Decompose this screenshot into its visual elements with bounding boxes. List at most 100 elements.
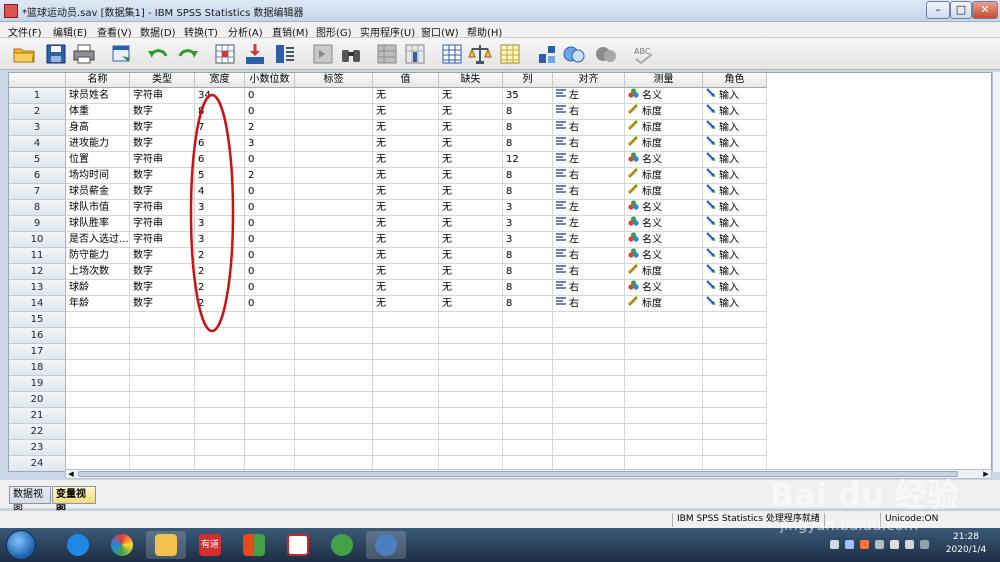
table-cell-columns[interactable]: 12 [503, 152, 553, 168]
table-cell-columns[interactable] [503, 440, 553, 456]
row-header[interactable]: 22 [9, 424, 66, 440]
table-cell-type[interactable]: 字符串 [130, 88, 195, 104]
row-header[interactable]: 2 [9, 104, 66, 120]
row-header[interactable]: 13 [9, 280, 66, 296]
table-cell-width[interactable]: 3 [195, 216, 245, 232]
table-cell-columns[interactable]: 3 [503, 200, 553, 216]
table-cell-label[interactable] [295, 216, 373, 232]
table-cell-role[interactable]: 输入 [703, 264, 767, 280]
table-cell-decimals[interactable]: 0 [245, 88, 295, 104]
vertical-scrollbar[interactable] [992, 72, 1000, 472]
row-header[interactable]: 24 [9, 456, 66, 471]
row-header[interactable]: 18 [9, 360, 66, 376]
table-cell-width[interactable]: 34 [195, 88, 245, 104]
table-cell-measure[interactable] [625, 344, 703, 360]
table-cell-width[interactable]: 8 [195, 104, 245, 120]
table-cell-width[interactable]: 5 [195, 168, 245, 184]
insert-cases-icon[interactable] [375, 42, 399, 66]
table-cell-align[interactable] [553, 344, 625, 360]
table-cell-type[interactable]: 字符串 [130, 200, 195, 216]
table-cell-role[interactable] [703, 344, 767, 360]
tray-keyboard-icon[interactable] [830, 540, 839, 549]
table-cell-name[interactable] [66, 424, 130, 440]
table-cell-columns[interactable]: 3 [503, 216, 553, 232]
menu-graphs[interactable]: 图形(G) [316, 24, 352, 39]
table-cell-decimals[interactable]: 0 [245, 264, 295, 280]
table-cell-name[interactable]: 场均时间 [66, 168, 130, 184]
table-cell-align[interactable]: 右 [553, 168, 625, 184]
minimize-button[interactable]: – [926, 1, 950, 19]
tray-network-icon[interactable] [875, 540, 884, 549]
row-header[interactable]: 3 [9, 120, 66, 136]
table-cell-measure[interactable] [625, 360, 703, 376]
redo-icon[interactable] [176, 42, 200, 66]
table-cell-type[interactable]: 字符串 [130, 152, 195, 168]
row-header[interactable]: 4 [9, 136, 66, 152]
table-cell-decimals[interactable]: 0 [245, 104, 295, 120]
row-header[interactable]: 6 [9, 168, 66, 184]
menu-window[interactable]: 窗口(W) [421, 24, 459, 39]
table-cell-label[interactable] [295, 408, 373, 424]
table-cell-missing[interactable]: 无 [439, 152, 503, 168]
table-cell-measure[interactable]: 名义 [625, 152, 703, 168]
table-cell-name[interactable] [66, 440, 130, 456]
insert-variable-icon[interactable] [403, 42, 427, 66]
table-cell-role[interactable] [703, 424, 767, 440]
table-cell-label[interactable] [295, 232, 373, 248]
use-variable-sets-icon[interactable] [562, 42, 586, 66]
table-cell-width[interactable] [195, 392, 245, 408]
table-cell-width[interactable]: 2 [195, 264, 245, 280]
header-col-missing[interactable]: 缺失 [439, 73, 503, 88]
table-cell-align[interactable]: 左 [553, 232, 625, 248]
table-cell-label[interactable] [295, 136, 373, 152]
table-cell-type[interactable] [130, 408, 195, 424]
table-cell-values[interactable]: 无 [373, 104, 439, 120]
table-cell-align[interactable] [553, 360, 625, 376]
table-cell-columns[interactable] [503, 408, 553, 424]
table-cell-columns[interactable]: 8 [503, 168, 553, 184]
table-cell-align[interactable]: 右 [553, 184, 625, 200]
table-cell-align[interactable] [553, 408, 625, 424]
table-cell-name[interactable] [66, 392, 130, 408]
table-cell-values[interactable] [373, 408, 439, 424]
table-cell-decimals[interactable]: 0 [245, 216, 295, 232]
tab-data-view[interactable]: 数据视图 [9, 486, 51, 516]
maximize-button[interactable]: □ [950, 1, 972, 19]
sogou-icon[interactable] [58, 531, 98, 559]
table-cell-columns[interactable]: 8 [503, 184, 553, 200]
table-cell-values[interactable]: 无 [373, 88, 439, 104]
table-cell-role[interactable]: 输入 [703, 232, 767, 248]
table-cell-width[interactable]: 3 [195, 200, 245, 216]
table-cell-missing[interactable] [439, 408, 503, 424]
taskbar-clock[interactable]: 21:28 2020/1/4 [936, 531, 996, 557]
table-cell-columns[interactable]: 8 [503, 104, 553, 120]
table-cell-name[interactable]: 球龄 [66, 280, 130, 296]
table-cell-missing[interactable] [439, 312, 503, 328]
table-cell-type[interactable]: 字符串 [130, 232, 195, 248]
table-cell-width[interactable]: 2 [195, 248, 245, 264]
table-cell-measure[interactable] [625, 408, 703, 424]
table-cell-missing[interactable] [439, 424, 503, 440]
table-cell-missing[interactable] [439, 440, 503, 456]
header-col-role[interactable]: 角色 [703, 73, 767, 88]
header-col-name[interactable]: 名称 [66, 73, 130, 88]
table-cell-measure[interactable]: 标度 [625, 168, 703, 184]
table-cell-decimals[interactable]: 2 [245, 168, 295, 184]
table-cell-values[interactable]: 无 [373, 168, 439, 184]
goto-case-icon[interactable] [213, 42, 237, 66]
row-header[interactable]: 19 [9, 376, 66, 392]
scroll-right-icon[interactable]: ▶ [981, 470, 991, 478]
table-cell-decimals[interactable]: 0 [245, 248, 295, 264]
table-cell-type[interactable]: 数字 [130, 296, 195, 312]
table-cell-name[interactable]: 是否入选过... [66, 232, 130, 248]
table-cell-label[interactable] [295, 360, 373, 376]
table-cell-measure[interactable]: 名义 [625, 216, 703, 232]
table-cell-width[interactable] [195, 360, 245, 376]
wechat-icon[interactable] [322, 531, 362, 559]
table-cell-label[interactable] [295, 264, 373, 280]
table-cell-values[interactable] [373, 344, 439, 360]
scrollbar-thumb[interactable] [78, 471, 958, 477]
value-labels-icon[interactable] [535, 42, 559, 66]
menu-data[interactable]: 数据(D) [140, 24, 176, 39]
menu-edit[interactable]: 编辑(E) [53, 24, 87, 39]
